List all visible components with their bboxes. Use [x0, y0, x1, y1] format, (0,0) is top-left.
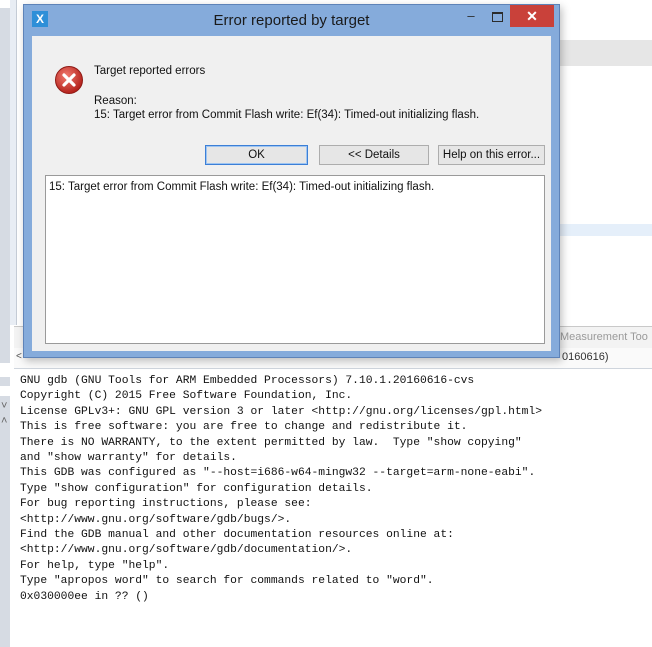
ide-editor-ruler [10, 0, 17, 325]
reason-label: Reason: [94, 95, 137, 107]
minimize-button[interactable]: – [458, 5, 484, 27]
ide-editor-tab-strip [560, 40, 652, 66]
dialog-title-bar[interactable]: X Error reported by target – ✕ [24, 5, 559, 36]
console-line: GNU gdb (GNU Tools for ARM Embedded Proc… [20, 375, 475, 387]
help-on-error-button[interactable]: Help on this error... [438, 145, 545, 165]
dialog-body: Target reported errors Reason: 15: Targe… [32, 36, 551, 351]
details-button[interactable]: << Details [319, 145, 429, 165]
gdb-console-output[interactable]: GNU gdb (GNU Tools for ARM Embedded Proc… [20, 374, 542, 605]
console-title-partial: 0160616) [562, 351, 609, 363]
console-line: This GDB was configured as "--host=i686-… [20, 467, 536, 480]
ide-left-gap [0, 386, 10, 396]
console-line: Type "show configuration" for configurat… [20, 482, 373, 495]
reason-text: 15: Target error from Commit Flash write… [94, 109, 480, 121]
console-line: This is free software: you are free to c… [20, 421, 468, 434]
console-line: License GPLv3+: GNU GPL version 3 or lat… [20, 405, 543, 418]
console-line: <http://www.gnu.org/software/gdb/documen… [20, 544, 353, 557]
scroll-left-icon[interactable]: < [16, 351, 22, 362]
maximize-icon [491, 12, 503, 22]
ide-left-gap [0, 363, 10, 377]
console-line: For bug reporting instructions, please s… [20, 498, 312, 511]
ide-current-line-highlight [560, 224, 652, 236]
console-line: There is NO WARRANTY, to the extent perm… [20, 436, 522, 449]
console-line: Type "apropos word" to search for comman… [20, 575, 434, 588]
error-dialog: X Error reported by target – ✕ Target re… [23, 4, 560, 358]
console-line: <http://www.gnu.org/software/gdb/bugs/>. [20, 513, 292, 526]
console-line: Find the GDB manual and other documentat… [20, 529, 454, 542]
console-line: and "show warranty" for details. [20, 452, 237, 465]
ide-editor-area [560, 66, 652, 328]
console-tab-measurement[interactable]: Measurement Too [560, 331, 648, 343]
details-textarea[interactable]: 15: Target error from Commit Flash write… [45, 175, 545, 344]
side-scroll-indicator-icon[interactable]: ˅ [1, 400, 7, 412]
close-button[interactable]: ✕ [510, 5, 554, 27]
ide-left-toolbar [0, 0, 10, 647]
maximize-button[interactable] [484, 5, 510, 27]
ide-left-gap [0, 0, 10, 8]
console-line: For help, type "help". [20, 559, 170, 572]
ok-button[interactable]: OK [205, 145, 308, 165]
console-line: 0x030000ee in ?? () [20, 590, 149, 603]
error-icon [55, 66, 83, 94]
details-text: 15: Target error from Commit Flash write… [49, 181, 435, 193]
side-scroll-indicator-icon[interactable]: ˄ [1, 415, 7, 427]
error-heading: Target reported errors [94, 65, 206, 77]
console-line: Copyright (C) 2015 Free Software Foundat… [20, 390, 353, 403]
